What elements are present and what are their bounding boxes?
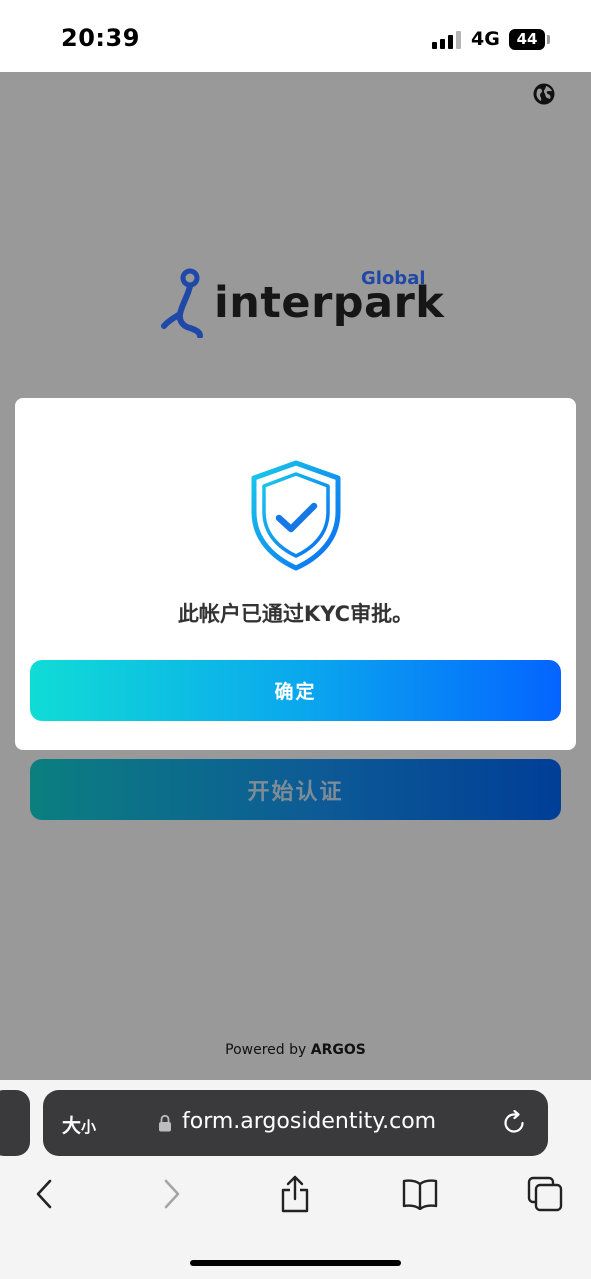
battery-level: 44 xyxy=(516,30,538,48)
text-size-small: 小 xyxy=(81,1118,97,1136)
battery-icon: 44 xyxy=(509,29,545,50)
shield-check-icon xyxy=(251,460,341,571)
start-verification-button[interactable]: 开始认证 xyxy=(30,759,561,820)
interpark-logo: Global interpark xyxy=(160,266,444,342)
browser-toolbar xyxy=(0,1172,591,1222)
cellular-signal-icon xyxy=(432,31,462,49)
url-text[interactable]: form.argosidentity.com xyxy=(182,1109,436,1134)
forward-button[interactable] xyxy=(152,1172,192,1216)
battery-cap xyxy=(547,35,550,44)
address-bar[interactable]: 大小 form.argosidentity.com xyxy=(43,1090,548,1156)
powered-by-brand: ARGOS xyxy=(310,1042,366,1058)
share-icon xyxy=(281,1175,309,1213)
status-time: 20:39 xyxy=(61,24,140,52)
runner-figure-icon xyxy=(161,268,203,338)
tabs-icon xyxy=(527,1176,563,1212)
back-button[interactable] xyxy=(24,1172,64,1216)
network-type: 4G xyxy=(471,28,500,50)
modal-message: 此帐户已通过KYC审批。 xyxy=(177,602,414,626)
text-size-big: 大 xyxy=(62,1115,82,1137)
tabs-button[interactable] xyxy=(525,1172,565,1216)
text-size-button[interactable]: 大小 xyxy=(62,1111,96,1138)
logo-wordmark: interpark xyxy=(214,278,445,328)
browser-chrome: 大小 form.argosidentity.com xyxy=(0,1080,591,1279)
globe-icon[interactable] xyxy=(533,83,555,105)
powered-by-prefix: Powered by xyxy=(225,1042,307,1058)
kyc-approved-dialog: 此帐户已通过KYC审批。 确定 xyxy=(15,398,576,750)
share-button[interactable] xyxy=(275,1172,315,1216)
previous-tab-bar[interactable] xyxy=(0,1090,30,1156)
back-icon xyxy=(36,1179,52,1209)
reload-icon[interactable] xyxy=(503,1110,527,1136)
bookmarks-icon xyxy=(402,1179,438,1210)
status-bar: 20:39 4G 44 xyxy=(0,0,591,72)
confirm-button[interactable]: 确定 xyxy=(30,660,561,721)
powered-by: Powered by ARGOS xyxy=(0,1042,591,1058)
lock-icon xyxy=(159,1114,171,1132)
bookmarks-button[interactable] xyxy=(400,1172,440,1216)
forward-icon xyxy=(164,1179,180,1209)
home-indicator xyxy=(190,1260,401,1266)
